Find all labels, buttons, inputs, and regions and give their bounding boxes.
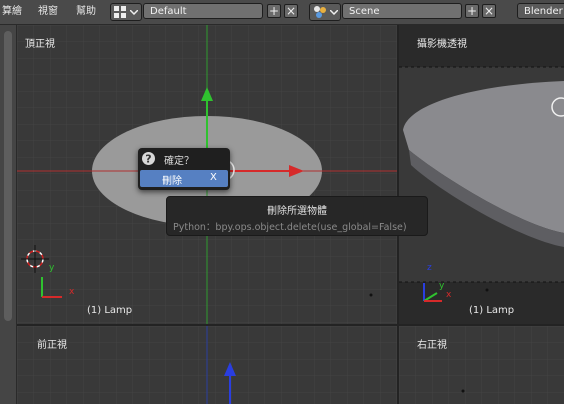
delete-item-label: 刪除 (162, 176, 182, 187)
left-edge-panel (0, 25, 17, 404)
chevron-down-icon (130, 10, 138, 15)
front-view-scene (17, 326, 397, 404)
menu-render[interactable]: 算繪 (2, 4, 22, 20)
delete-confirm-popup: ? 確定？ 刪除 X (138, 148, 230, 190)
right-view-label: 右正視 (417, 340, 447, 351)
axis-widget-x-label: x (69, 287, 75, 297)
screen-layout-selector[interactable] (110, 3, 142, 21)
add-screen-icon[interactable]: + (267, 4, 281, 18)
delete-menu-item[interactable]: 刪除 X (140, 170, 228, 187)
scene-selector[interactable] (309, 3, 341, 21)
camera-axis-z-label: z (427, 263, 432, 273)
scene-icon (314, 6, 326, 18)
delete-tooltip: 刪除所選物體 Python：bpy.ops.object.delete(use_… (166, 196, 428, 236)
add-scene-icon[interactable]: + (465, 4, 479, 18)
camera-view-object-label: (1) Lamp (469, 305, 515, 316)
front-view-label: 前正視 (37, 340, 67, 351)
chevron-down-icon (330, 10, 338, 15)
top-view-label: 頂正視 (25, 39, 55, 50)
camera-view-scene (399, 25, 564, 324)
axis-widget-y-label: y (49, 263, 55, 273)
camera-axis-x-label: x (446, 290, 452, 300)
remove-screen-icon[interactable]: × (284, 4, 298, 18)
delete-item-shortcut: X (210, 172, 217, 183)
tooltip-title: 刪除所選物體 (267, 206, 327, 217)
scene-field[interactable]: Scene (342, 3, 462, 19)
confirm-title: 確定？ (164, 156, 194, 167)
remove-scene-icon[interactable]: × (482, 4, 496, 18)
camera-view-label: 攝影機透視 (417, 39, 467, 50)
top-header-bar: 算繪 視窗 幫助 Default + × Scene + × Blender (0, 0, 564, 25)
question-icon: ? (142, 152, 155, 166)
grid-layout-icon (114, 6, 126, 18)
side-scrollbar[interactable] (4, 31, 12, 321)
right-view-viewport[interactable]: 右正視 (399, 326, 564, 404)
camera-axis-y-label: y (439, 281, 445, 291)
front-view-viewport[interactable]: 前正視 (17, 326, 397, 404)
svg-text:?: ? (145, 153, 151, 166)
render-engine-field[interactable]: Blender (517, 3, 564, 19)
menu-help[interactable]: 幫助 (76, 4, 96, 20)
menu-window[interactable]: 視窗 (38, 4, 58, 20)
screen-layout-field[interactable]: Default (143, 3, 263, 19)
tooltip-python: Python：bpy.ops.object.delete(use_global=… (173, 222, 407, 233)
camera-view-viewport[interactable]: 攝影機透視 z y x (1) Lamp (399, 25, 564, 324)
top-view-object-label: (1) Lamp (87, 305, 133, 316)
